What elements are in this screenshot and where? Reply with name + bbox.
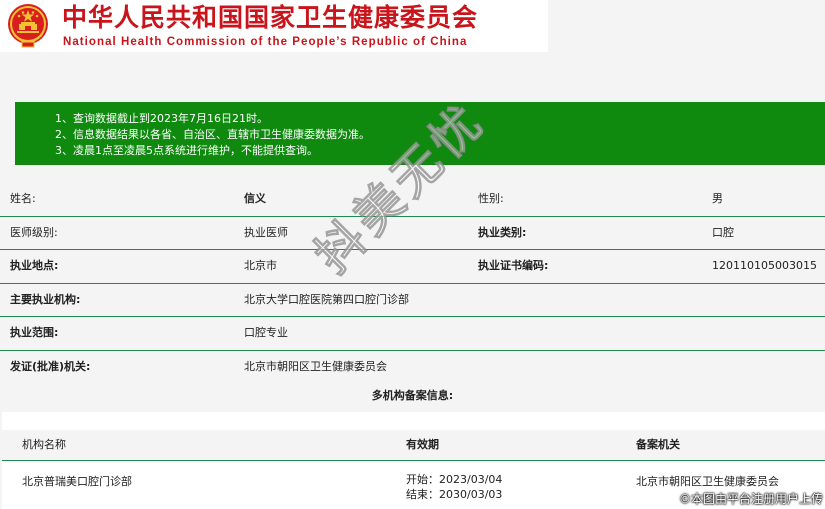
scope-label: 执业范围: — [10, 326, 59, 339]
institution-label: 主要执业机构: — [10, 292, 81, 306]
multi-institution-title: 多机构备案信息: — [0, 380, 825, 410]
notice-banner: 1、查询数据截止到2023年7月16日21时。 2、信息数据结果以各省、自治区、… — [15, 102, 825, 165]
upload-notice: ©本图由平台注册用户上传 — [678, 492, 823, 506]
issuer-value: 北京市朝阳区卫生健康委员会 — [244, 359, 387, 373]
location-value: 北京市 — [244, 259, 277, 272]
filing-authority: 北京市朝阳区卫生健康委员会 — [636, 475, 779, 488]
name-value: 信义 — [244, 192, 266, 205]
info-row-institution: 主要执业机构: 北京大学口腔医院第四口腔门诊部 — [0, 283, 825, 317]
info-row-scope: 执业范围: 口腔专业 — [0, 317, 825, 351]
validity-end: 结束：2030/03/03 — [406, 488, 503, 501]
site-header: 中华人民共和国国家卫生健康委员会 National Health Commiss… — [0, 0, 548, 52]
notice-line: 2、信息数据结果以各省、自治区、直辖市卫生健康委数据为准。 — [55, 128, 370, 141]
site-title: 中华人民共和国国家卫生健康委员会 — [62, 3, 479, 32]
name-label: 姓名: — [10, 192, 36, 205]
cert-label: 执业证书编码: — [478, 259, 549, 272]
level-label: 医师级别: — [10, 225, 58, 239]
notice-line: 1、查询数据截止到2023年7月16日21时。 — [55, 112, 268, 125]
institution-value: 北京大学口腔医院第四口腔门诊部 — [244, 292, 409, 306]
category-value: 口腔 — [712, 225, 734, 239]
notice-line: 3、凌晨1点至凌晨5点系统进行维护，不能提供查询。 — [55, 144, 318, 157]
column-header-name: 机构名称 — [22, 438, 66, 451]
site-subtitle: National Health Commission of the People… — [63, 36, 468, 48]
info-row-level: 医师级别: 执业医师 执业类别: 口腔 — [0, 216, 825, 250]
issuer-label: 发证(批准)机关: — [10, 359, 91, 373]
info-row-location: 执业地点: 北京市 执业证书编码: 120110105003015 — [0, 250, 825, 284]
column-header-validity: 有效期 — [406, 438, 439, 451]
scope-value: 口腔专业 — [244, 326, 288, 339]
cert-value: 120110105003015 — [712, 259, 817, 272]
gender-label: 性别: — [478, 192, 504, 205]
gender-value: 男 — [712, 192, 723, 205]
level-value: 执业医师 — [244, 225, 288, 239]
institution-name: 北京普瑞美口腔门诊部 — [22, 475, 132, 488]
doctor-info-table: 姓名: 信义 性别: 男 医师级别: 执业医师 执业类别: 口腔 执业地点: 北… — [0, 183, 825, 384]
column-header-issuer: 备案机关 — [636, 438, 680, 451]
location-label: 执业地点: — [10, 259, 59, 272]
category-label: 执业类别: — [478, 225, 527, 239]
national-emblem-icon — [8, 4, 48, 48]
validity-start: 开始：2023/03/04 — [406, 473, 503, 486]
table-header: 机构名称 有效期 备案机关 — [2, 430, 825, 461]
info-row-issuer: 发证(批准)机关: 北京市朝阳区卫生健康委员会 — [0, 350, 825, 384]
info-row-name: 姓名: 信义 性别: 男 — [0, 183, 825, 217]
